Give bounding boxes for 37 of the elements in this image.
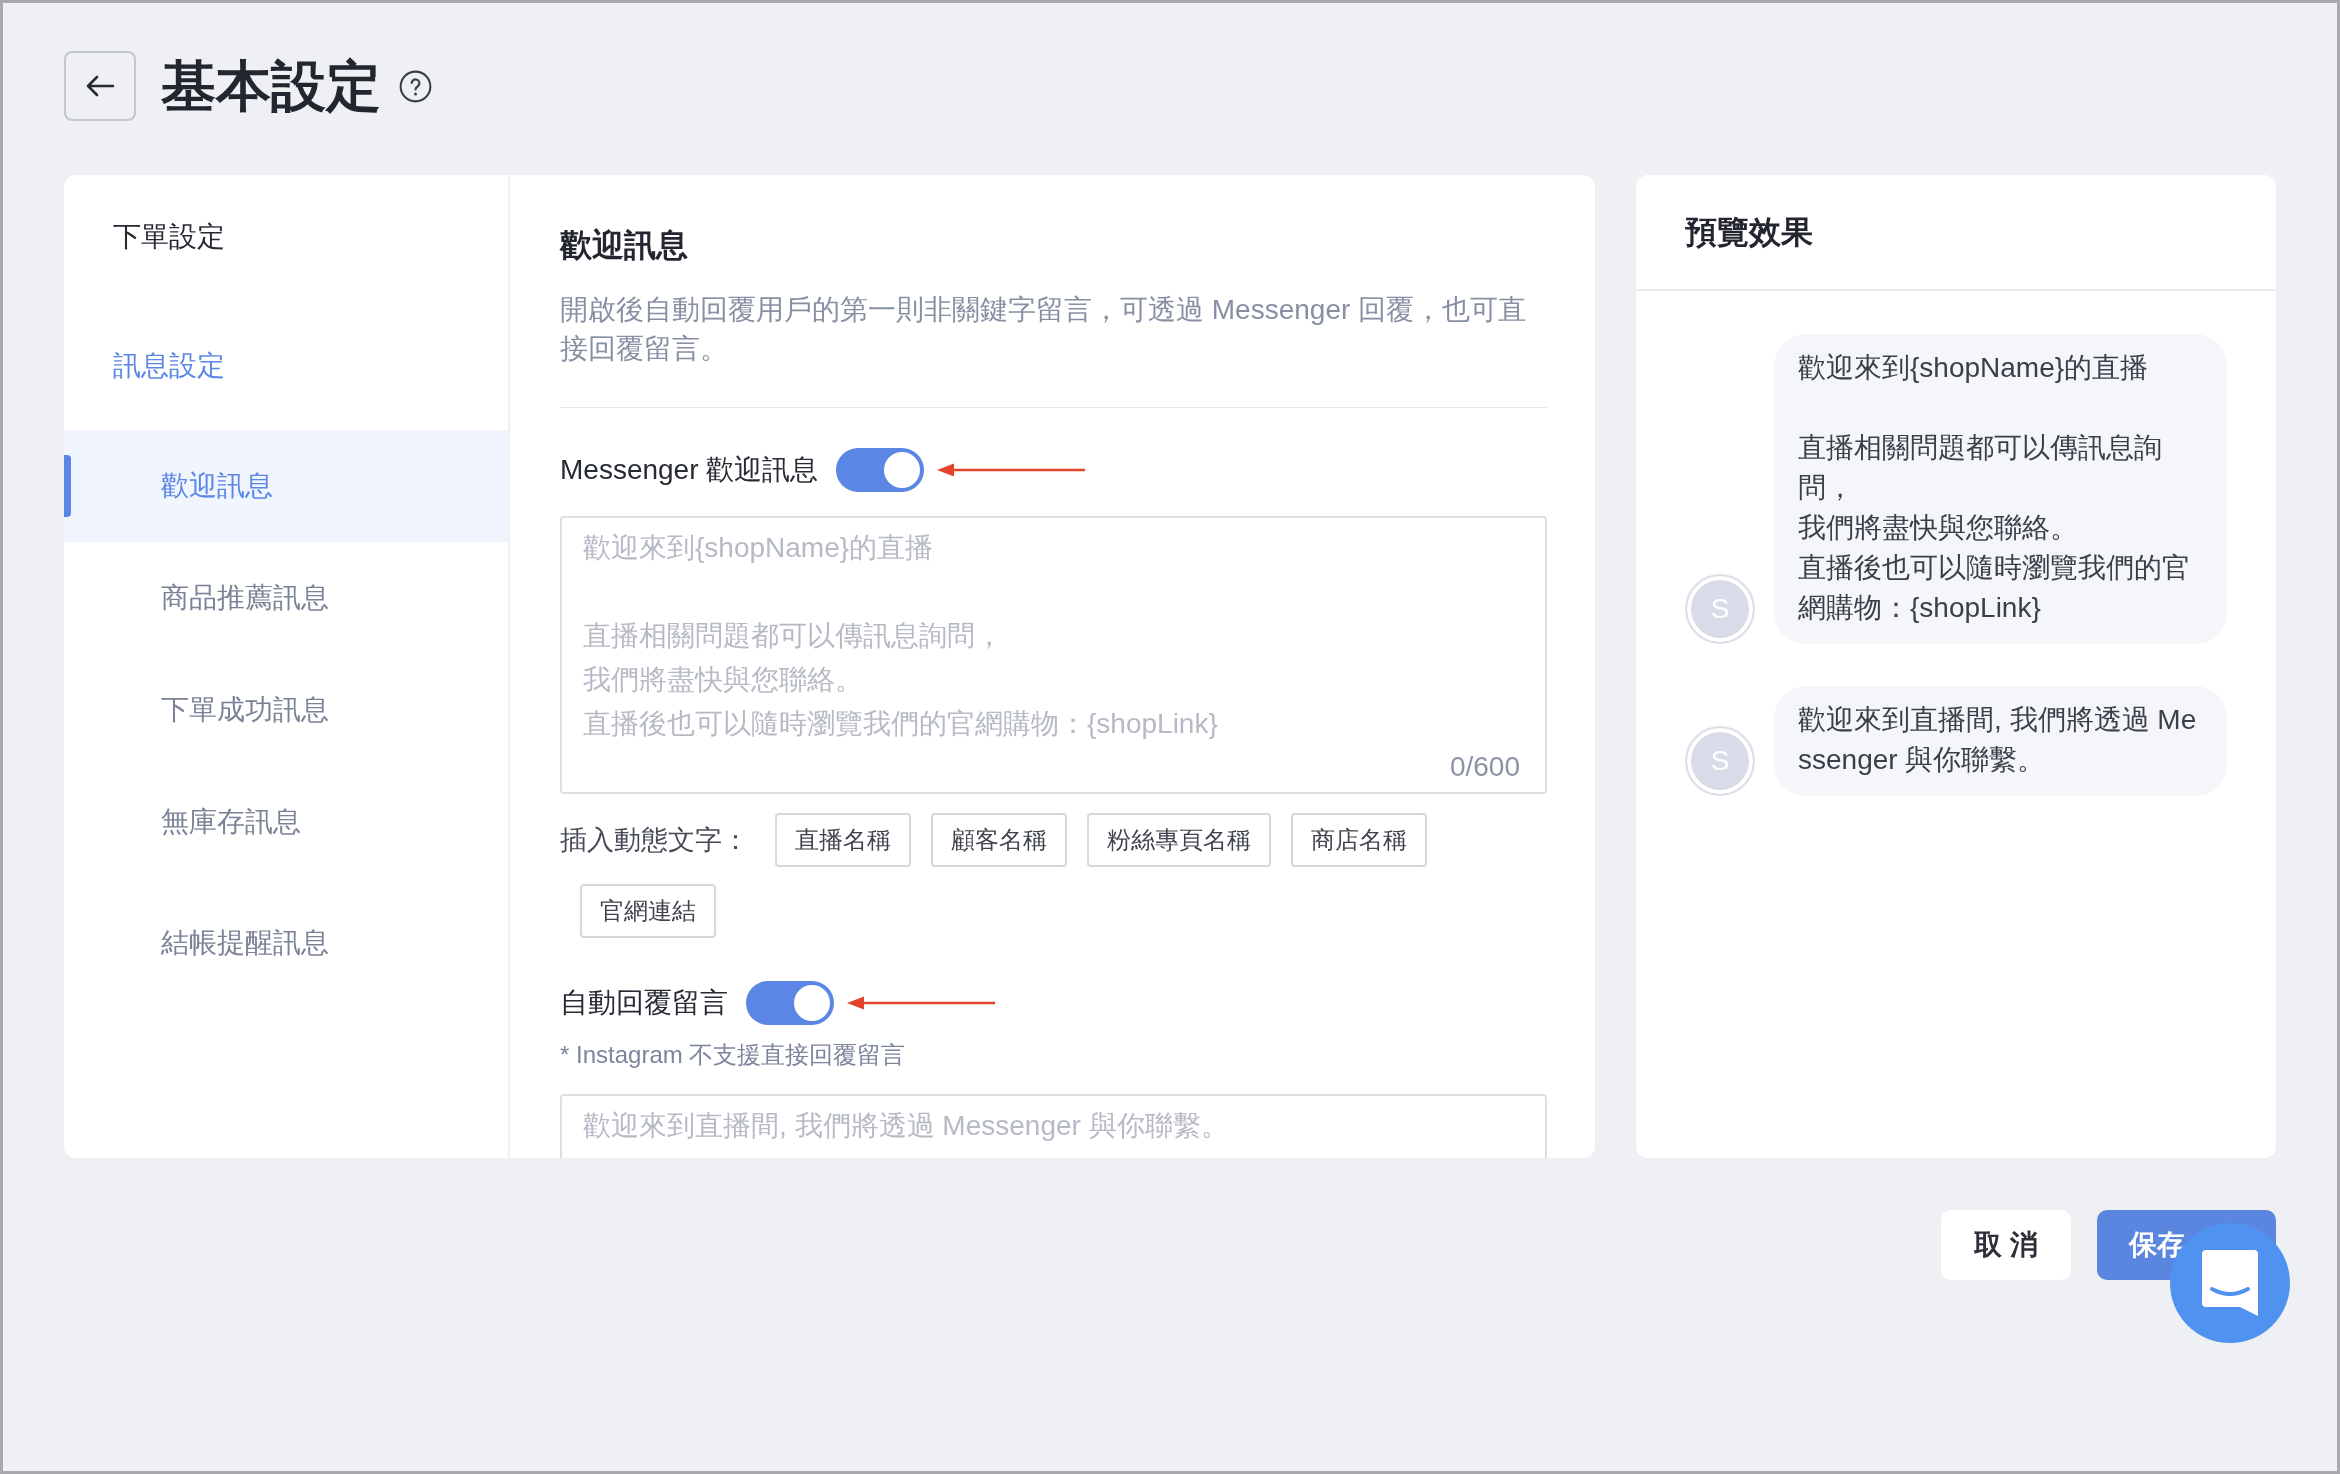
char-counter: 0/600 — [1449, 750, 1520, 784]
page-title: 基本設定 — [161, 54, 381, 119]
sidebar-item[interactable]: 無庫存訊息 — [64, 766, 508, 878]
insert-tag-button[interactable]: 粉絲專頁名稱 — [1087, 813, 1271, 867]
insert-tag-button[interactable]: 官網連結 — [580, 884, 716, 938]
message-text: 歡迎來到直播間, 我們將透過 Messenger 與你聯繫。 — [1798, 703, 2198, 777]
sidebar-item[interactable]: 結帳提醒訊息 — [64, 878, 508, 1002]
insert-label: 插入動態文字： — [560, 824, 749, 857]
sidebar-item[interactable]: 下單成功訊息 — [64, 654, 508, 766]
back-button[interactable] — [64, 51, 136, 121]
sidebar-group[interactable]: 下單設定 — [64, 181, 508, 293]
help-icon[interactable] — [399, 69, 432, 103]
message-text: 直播後也可以隨時瀏覽我們的官網購物：{shopLink} — [1798, 551, 2191, 625]
chat-bubble-icon — [2202, 1250, 2258, 1316]
note-text: * Instagram 不支援直接回覆留言 — [560, 1040, 907, 1070]
toggle-label: 自動回覆留言 — [560, 986, 728, 1020]
left-arrow-icon — [85, 74, 115, 98]
placeholder-text: 我們將盡快與您聯絡。 — [583, 663, 864, 697]
sidebar-item[interactable]: 商品推薦訊息 — [64, 542, 508, 654]
insert-tag-button[interactable]: 顧客名稱 — [931, 813, 1067, 867]
section-description: 開啟後自動回覆用戶的第一則非關鍵字留言，可透過 Messenger 回覆，也可直接回覆留言。 — [560, 293, 1528, 366]
toggle-label: Messenger 歡迎訊息 — [560, 453, 819, 487]
preview-title: 預覽效果 — [1685, 213, 1813, 252]
toggle-switch[interactable] — [836, 448, 925, 492]
insert-tag-button[interactable]: 商店名稱 — [1291, 813, 1427, 867]
message-text: 歡迎來到{shopName}的直播 — [1798, 351, 2150, 385]
toggle-switch[interactable] — [746, 981, 834, 1025]
placeholder-text: 直播相關問題都可以傳訊息詢問， — [583, 619, 1004, 653]
sidebar-group[interactable]: 訊息設定 — [64, 310, 508, 422]
message-text: 我們將盡快與您聯絡。 — [1798, 511, 2079, 545]
reply-field[interactable]: 歡迎來到直播間, 我們將透過 Messenger 與你聯繫。 — [560, 1094, 1547, 1158]
placeholder-text: 歡迎來到{shopName}的直播 — [583, 531, 935, 565]
placeholder-text: 直播後也可以隨時瀏覽我們的官網購物：{shopLink} — [583, 707, 1219, 741]
message-text: 直播相關問題都可以傳訊息詢問， — [1798, 431, 2163, 505]
section-title: 歡迎訊息 — [560, 226, 689, 265]
insert-tag-button[interactable]: 直播名稱 — [775, 813, 911, 867]
cancel-button[interactable]: 取 消 — [1941, 1210, 2071, 1280]
